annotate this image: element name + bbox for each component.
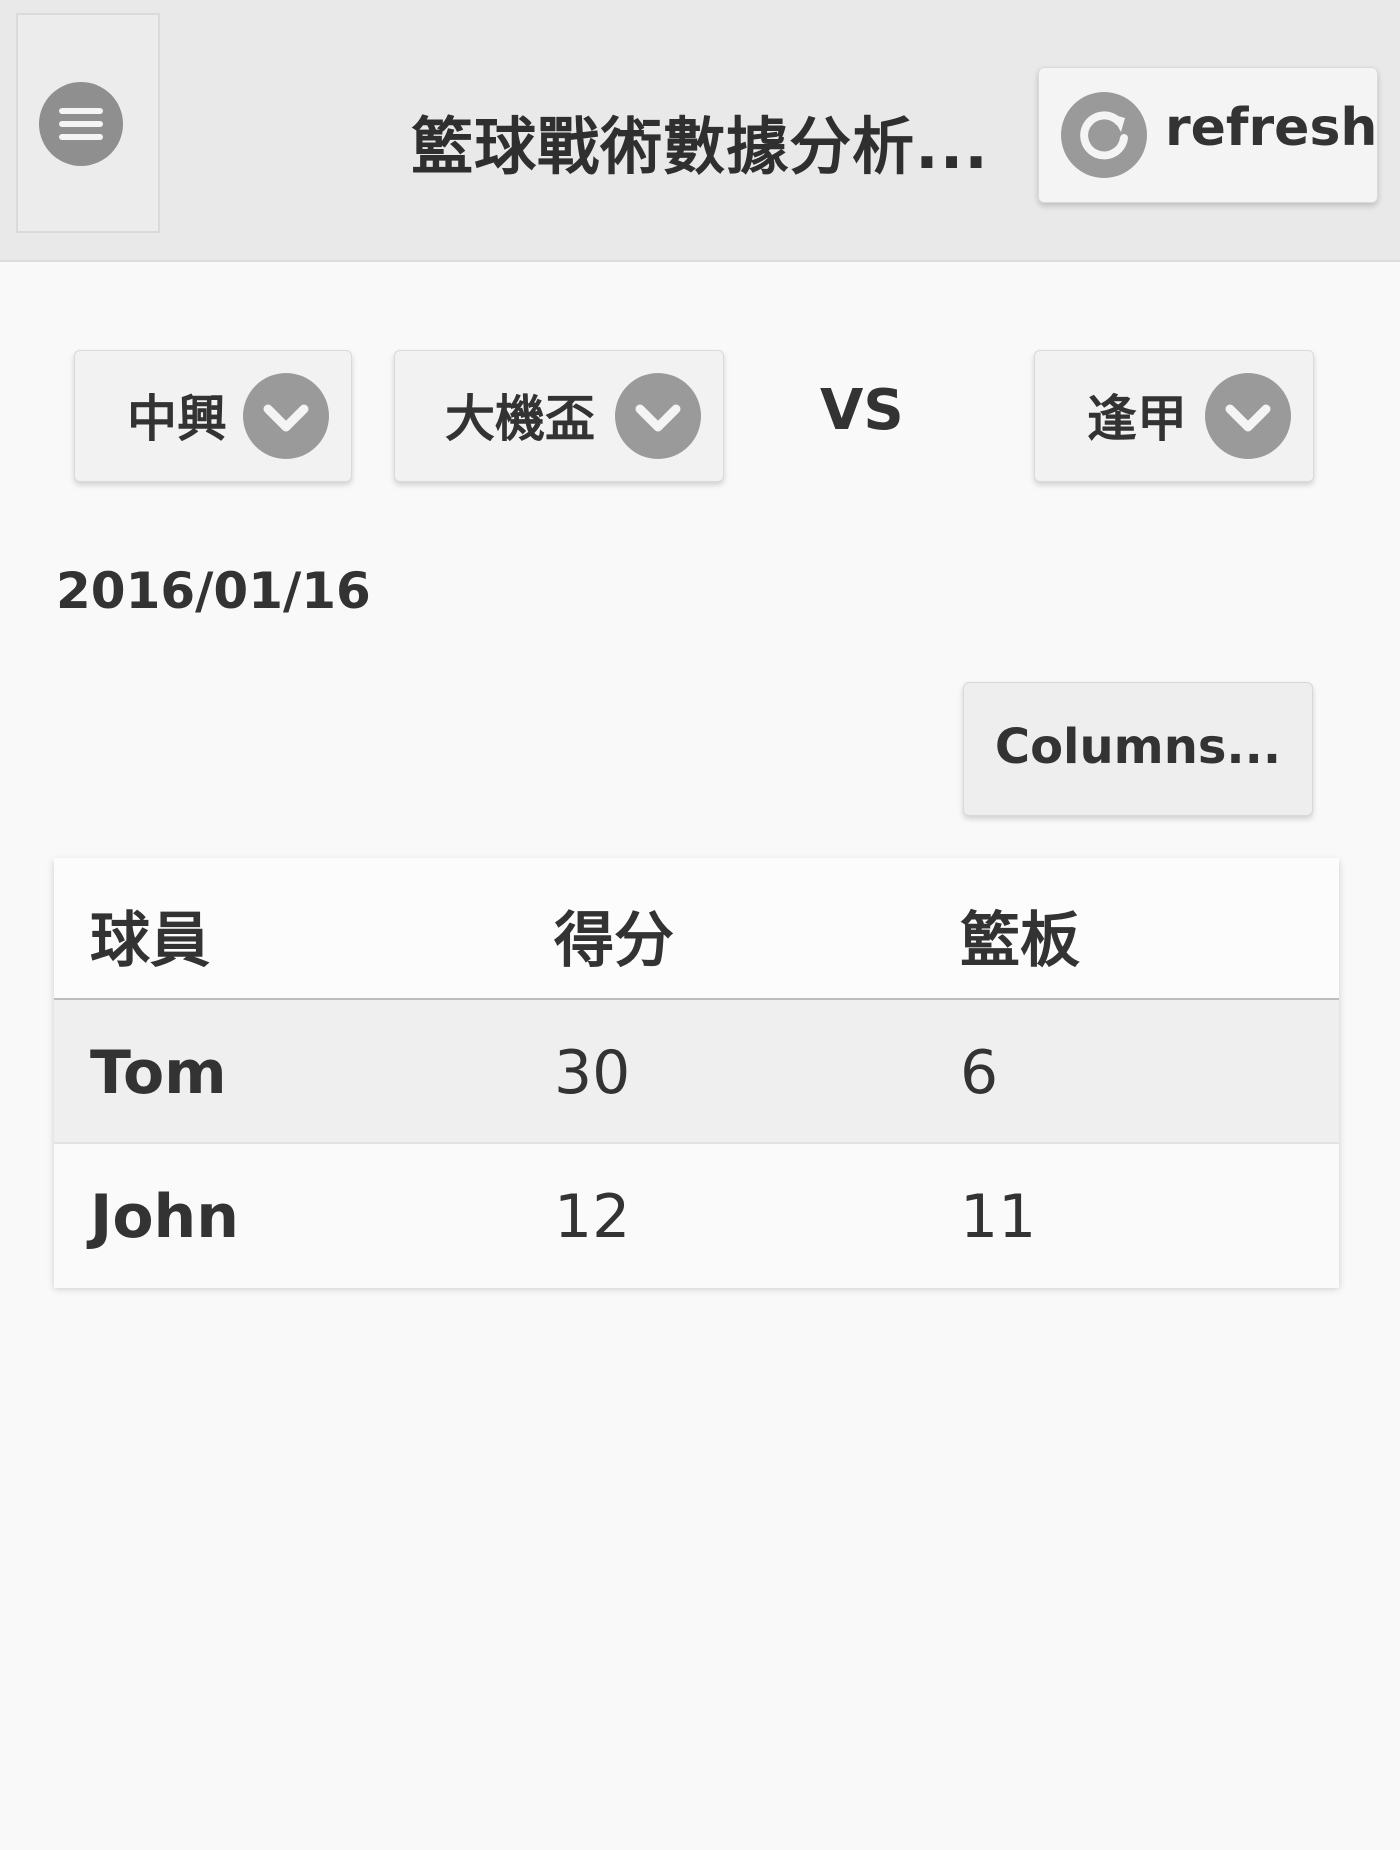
table-header: 球員 得分 籃板: [54, 858, 1339, 1000]
vs-label: VS: [820, 378, 904, 443]
menu-icon: [39, 82, 123, 166]
columns-button[interactable]: Columns...: [963, 682, 1313, 816]
column-header-player[interactable]: 球員: [90, 892, 210, 979]
game-date: 2016/01/16: [56, 562, 371, 620]
player-name: Tom: [90, 1038, 227, 1108]
rebounds-value: 6: [960, 1038, 999, 1108]
tournament-select[interactable]: 大機盃: [394, 350, 724, 482]
chevron-down-icon: [243, 373, 329, 459]
menu-button[interactable]: [16, 13, 160, 233]
opponent-select-value: 逢甲: [1087, 390, 1187, 448]
chevron-down-icon: [615, 373, 701, 459]
column-header-rebounds[interactable]: 籃板: [960, 892, 1080, 979]
refresh-button[interactable]: refresh: [1038, 67, 1378, 203]
school-select[interactable]: 中興: [74, 350, 352, 482]
opponent-select[interactable]: 逢甲: [1034, 350, 1314, 482]
column-header-points[interactable]: 得分: [554, 892, 674, 979]
app-header: 籃球戰術數據分析... refresh: [0, 0, 1400, 262]
table-row[interactable]: Tom 30 6: [54, 1000, 1339, 1144]
school-select-value: 中興: [127, 390, 227, 448]
table-row[interactable]: John 12 11: [54, 1144, 1339, 1288]
tournament-select-value: 大機盃: [445, 390, 595, 448]
chevron-down-icon: [1205, 373, 1291, 459]
points-value: 30: [554, 1038, 631, 1108]
rebounds-value: 11: [960, 1182, 1037, 1252]
points-value: 12: [554, 1182, 631, 1252]
refresh-label: refresh: [1165, 98, 1378, 158]
stats-table: 球員 得分 籃板 Tom 30 6 John 12 11: [54, 858, 1339, 1288]
page-title: 籃球戰術數據分析...: [411, 110, 989, 183]
player-name: John: [90, 1182, 239, 1252]
app-page: 籃球戰術數據分析... refresh 中興 大機盃 VS 逢甲 2016/01…: [0, 0, 1400, 1850]
refresh-icon: [1061, 92, 1147, 178]
